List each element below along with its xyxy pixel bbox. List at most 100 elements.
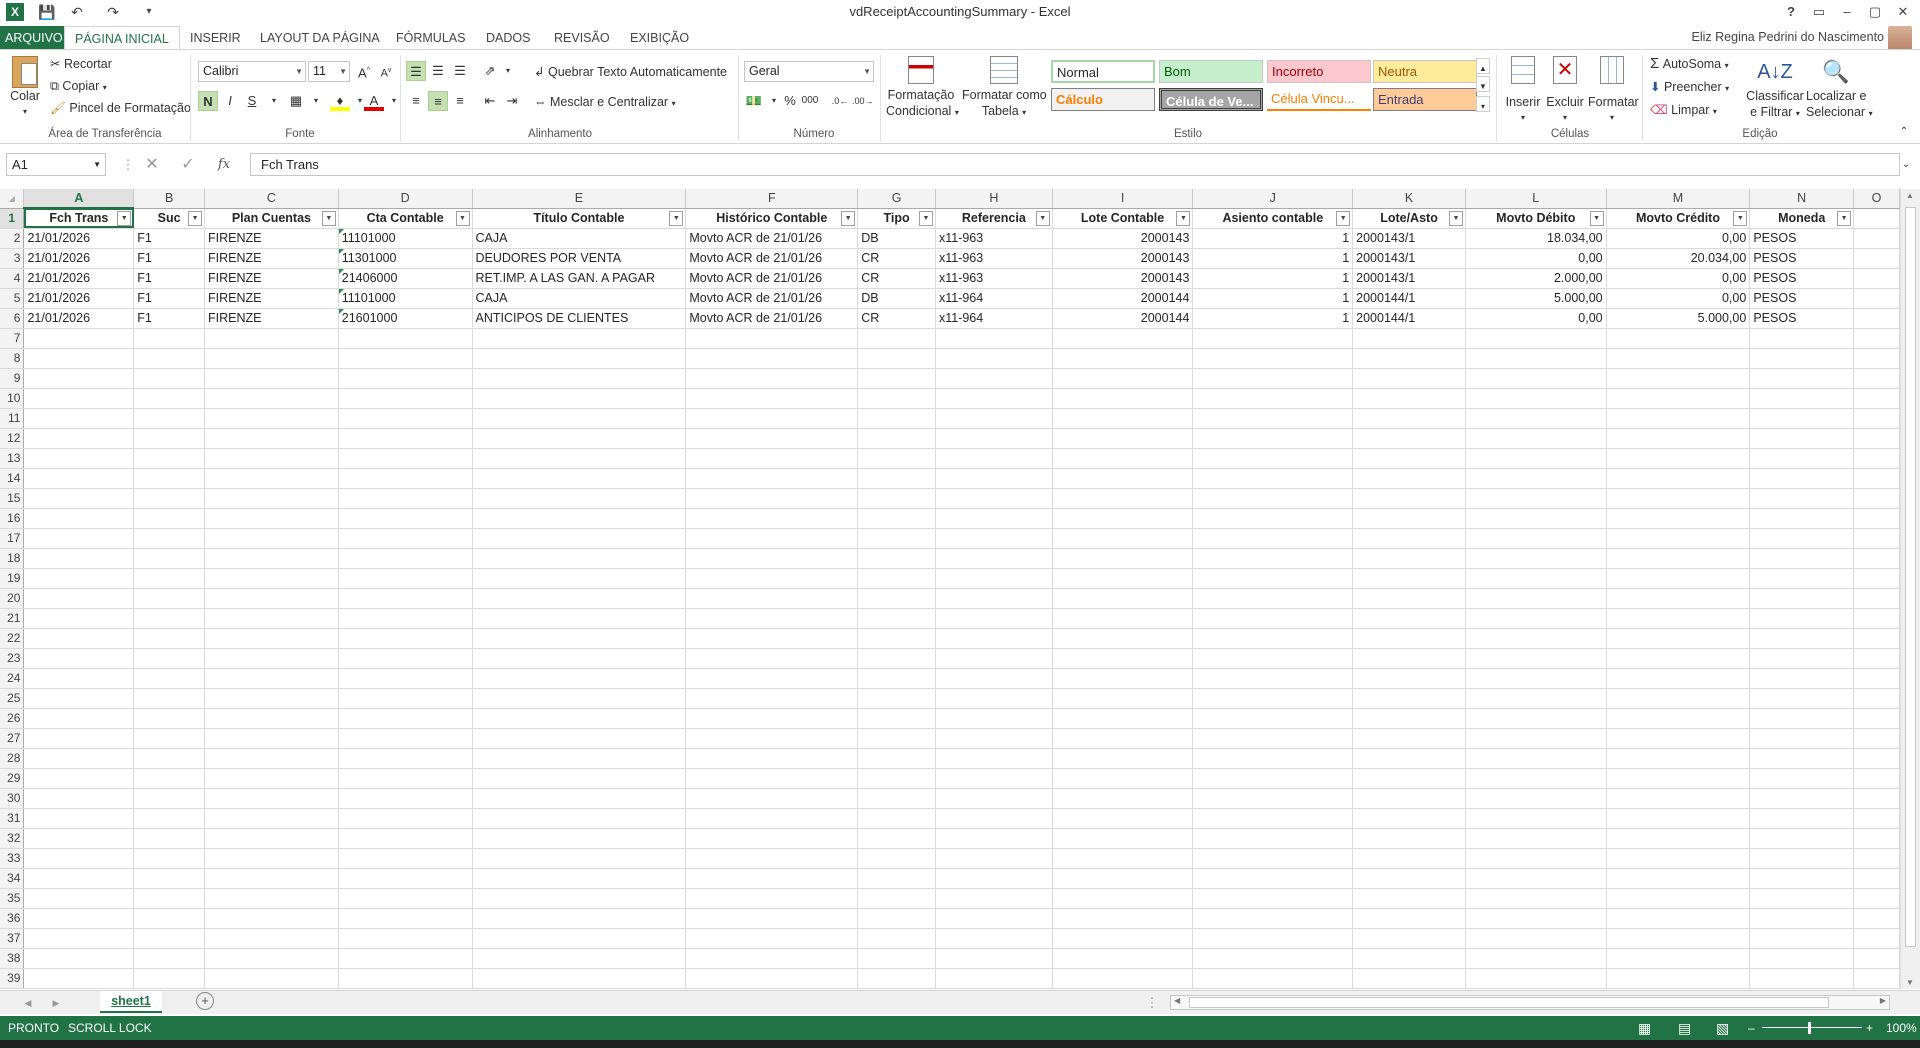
cell[interactable] [1465, 748, 1607, 769]
row-header[interactable]: 16 [0, 508, 25, 529]
cell[interactable] [472, 768, 687, 789]
cell[interactable] [1606, 888, 1751, 909]
cell[interactable] [472, 548, 687, 569]
cell[interactable] [338, 388, 473, 409]
cell[interactable] [685, 888, 859, 909]
cell[interactable] [1052, 448, 1194, 469]
cell[interactable] [204, 608, 339, 629]
cell[interactable] [204, 968, 339, 989]
cell[interactable] [1192, 708, 1354, 729]
cell[interactable] [1192, 608, 1354, 629]
cell[interactable] [1052, 928, 1194, 949]
format-as-table-button[interactable]: Formatar como Tabela ▾ [962, 56, 1047, 121]
cell[interactable] [1352, 548, 1466, 569]
row-header[interactable]: 33 [0, 848, 25, 869]
cell[interactable]: F1 [133, 308, 206, 329]
cell[interactable] [204, 508, 339, 529]
cell[interactable] [204, 408, 339, 429]
cell[interactable] [23, 888, 135, 909]
cell[interactable] [1052, 468, 1194, 489]
cell[interactable] [1749, 868, 1855, 889]
cell[interactable] [1052, 748, 1194, 769]
cell[interactable] [338, 648, 473, 669]
cell[interactable] [1606, 548, 1751, 569]
cell[interactable] [1606, 568, 1751, 589]
cell[interactable] [1465, 348, 1607, 369]
cell[interactable] [338, 688, 473, 709]
cell[interactable] [935, 528, 1053, 549]
cell[interactable]: 21/01/2026 [23, 248, 135, 269]
cell[interactable] [338, 328, 473, 349]
cell[interactable] [1192, 428, 1354, 449]
cell[interactable] [338, 488, 473, 509]
cell[interactable] [1052, 848, 1194, 869]
cell[interactable] [338, 828, 473, 849]
cell[interactable] [472, 928, 687, 949]
cell[interactable] [23, 588, 135, 609]
row-header[interactable]: 9 [0, 368, 25, 389]
cell[interactable]: 21/01/2026 [23, 308, 135, 329]
cell[interactable] [857, 588, 936, 609]
cell[interactable]: FIRENZE [204, 228, 339, 249]
cell[interactable] [23, 488, 135, 509]
cell[interactable] [1853, 368, 1900, 389]
cell[interactable] [1853, 928, 1900, 949]
format-painter-button[interactable]: 🖌 Pincel de Formatação [50, 100, 191, 116]
cell[interactable] [935, 648, 1053, 669]
scroll-left-icon[interactable]: ◀ [1174, 996, 1180, 1005]
row-header[interactable]: 26 [0, 708, 25, 729]
cell[interactable] [935, 368, 1053, 389]
cell[interactable]: 11101000 [338, 228, 473, 249]
tab-data[interactable]: DADOS [476, 26, 540, 50]
cell[interactable] [1749, 548, 1855, 569]
cell[interactable] [1192, 688, 1354, 709]
cell[interactable]: 2.000,00 [1465, 268, 1607, 289]
cell[interactable] [133, 648, 206, 669]
redo-icon[interactable]: ↷ [102, 2, 124, 22]
worksheet-grid[interactable]: ◢ A B C D E F G H I J K L M N O 1 Fch Tra… [0, 189, 1900, 989]
cell[interactable] [1749, 648, 1855, 669]
cell[interactable] [204, 768, 339, 789]
cell[interactable] [472, 528, 687, 549]
cell[interactable]: x11-964 [935, 308, 1053, 329]
cell[interactable] [204, 788, 339, 809]
cell[interactable] [204, 488, 339, 509]
cell[interactable] [204, 648, 339, 669]
header-cell[interactable]: Movto Crédito ▼ [1606, 208, 1751, 229]
underline-dropdown-icon[interactable]: ▾ [264, 91, 284, 111]
borders-dropdown-icon[interactable]: ▾ [306, 91, 326, 111]
cell[interactable] [1192, 388, 1354, 409]
cell[interactable] [1465, 708, 1607, 729]
column-header[interactable]: H [935, 189, 1053, 209]
cell[interactable] [935, 708, 1053, 729]
cell[interactable]: Movto ACR de 21/01/26 [685, 308, 859, 329]
cell[interactable] [685, 508, 859, 529]
cell[interactable] [472, 408, 687, 429]
cell[interactable] [1853, 268, 1900, 289]
tab-view[interactable]: EXIBIÇÃO [620, 26, 699, 50]
cell[interactable] [1749, 748, 1855, 769]
row-header[interactable]: 1 [0, 208, 25, 229]
cell[interactable] [1352, 708, 1466, 729]
cell[interactable] [685, 868, 859, 889]
header-cell[interactable]: Referencia ▼ [935, 208, 1053, 229]
align-middle-icon[interactable]: ☰ [428, 61, 448, 81]
cell[interactable] [1352, 648, 1466, 669]
cell[interactable]: DEUDORES POR VENTA [472, 248, 687, 269]
row-header[interactable]: 29 [0, 768, 25, 789]
insert-cells-button[interactable]: Inserir ▾ [1502, 56, 1544, 126]
scroll-up-icon[interactable]: ▲ [1906, 191, 1914, 200]
cell[interactable] [1853, 408, 1900, 429]
cell[interactable] [1192, 348, 1354, 369]
cell[interactable] [1052, 508, 1194, 529]
cell[interactable] [1606, 448, 1751, 469]
cell[interactable] [1352, 428, 1466, 449]
cell[interactable]: 1 [1192, 268, 1354, 289]
cell[interactable]: 2000143/1 [1352, 268, 1466, 289]
cell[interactable] [857, 668, 936, 689]
cell[interactable] [338, 928, 473, 949]
cell[interactable] [685, 368, 859, 389]
align-center-icon[interactable]: ≡ [428, 91, 448, 111]
cell[interactable] [1853, 548, 1900, 569]
cell[interactable] [1749, 528, 1855, 549]
